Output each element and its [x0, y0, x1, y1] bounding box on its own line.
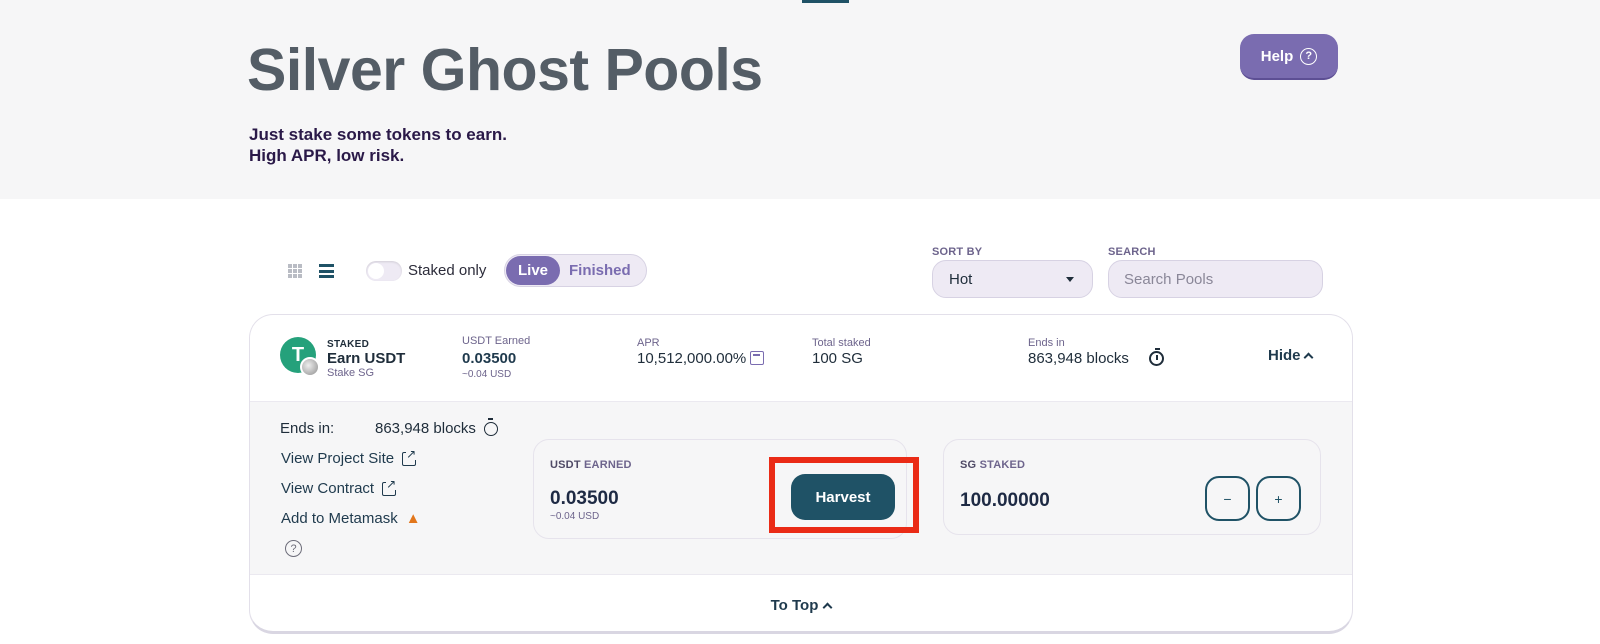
help-button-label: Help	[1260, 47, 1294, 65]
staked-box-label: SG STAKED	[960, 459, 1025, 471]
chevron-up-icon	[1303, 352, 1313, 363]
sort-by-select[interactable]: Hot	[932, 260, 1093, 298]
subtitle-line-1: Just stake some tokens to earn.	[249, 125, 507, 144]
search-input[interactable]	[1108, 260, 1323, 298]
metamask-fox-icon: ▲	[405, 510, 421, 527]
pool-card-header[interactable]: T STAKED Earn USDT Stake SG USDT Earned …	[250, 315, 1352, 401]
tab-live[interactable]: Live	[506, 256, 560, 285]
to-top-button[interactable]: To Top	[250, 575, 1352, 631]
view-project-site-link[interactable]: View Project Site	[281, 447, 417, 467]
staked-box-word: STAKED	[979, 459, 1026, 471]
timer-icon	[484, 418, 498, 436]
details-ends-value: 863,948 blocks	[375, 420, 476, 437]
pool-name: Earn USDT	[327, 350, 406, 367]
staked-only-toggle[interactable]	[366, 261, 402, 281]
stake-plus-button[interactable]: +	[1256, 476, 1301, 521]
staked-box-value: 100.00000	[960, 490, 1050, 511]
earned-box-usd: ~0.04 USD	[550, 511, 600, 522]
caret-down-icon	[1066, 277, 1074, 282]
details-ends-label: Ends in:	[280, 420, 335, 437]
staked-box-token: SG	[960, 459, 977, 471]
nav-active-indicator	[802, 0, 849, 3]
help-button[interactable]: Help ?	[1240, 34, 1338, 80]
highlight-annotation	[769, 457, 919, 533]
total-staked-value: 100 SG	[812, 350, 863, 367]
view-contract-link[interactable]: View Contract	[281, 477, 397, 497]
grid-view-icon[interactable]	[288, 264, 302, 278]
external-link-icon	[402, 447, 417, 466]
add-to-metamask-link[interactable]: Add to Metamask ▲	[281, 510, 421, 527]
add-to-metamask-label: Add to Metamask	[281, 510, 398, 527]
earned-box-word: EARNED	[584, 459, 632, 471]
to-top-label: To Top	[770, 596, 819, 614]
question-circle-icon[interactable]: ?	[285, 540, 302, 557]
hide-details-button[interactable]: Hide	[1268, 347, 1313, 364]
ends-in-label: Ends in	[1028, 337, 1065, 349]
staked-box: SG STAKED 100.00000 − +	[943, 439, 1321, 535]
hide-label: Hide	[1268, 347, 1301, 364]
search-label: SEARCH	[1108, 246, 1156, 258]
pool-tag: STAKED	[327, 339, 370, 350]
earned-box-value: 0.03500	[550, 488, 619, 509]
earned-box-label: USDT EARNED	[550, 459, 632, 471]
earned-value: 0.03500	[462, 350, 517, 367]
earned-box-token: USDT	[550, 459, 581, 471]
view-contract-label: View Contract	[281, 480, 375, 497]
apr-label: APR	[637, 337, 660, 349]
earned-label: USDT Earned	[462, 335, 531, 347]
live-finished-switch: Live Finished	[504, 254, 647, 287]
apr-value: 10,512,000.00%	[637, 350, 747, 367]
tab-finished[interactable]: Finished	[569, 255, 631, 286]
earned-usd: ~0.04 USD	[462, 369, 512, 380]
sg-token-icon	[300, 357, 320, 377]
ends-in-value: 863,948 blocks	[1028, 350, 1129, 367]
timer-icon	[1149, 348, 1164, 366]
chevron-up-icon	[822, 602, 833, 612]
unstake-minus-button[interactable]: −	[1205, 476, 1250, 521]
question-circle-icon: ?	[1300, 47, 1318, 65]
pool-stake-token: Stake SG	[327, 367, 375, 379]
sort-by-value: Hot	[949, 270, 973, 288]
page-title: Silver Ghost Pools	[247, 37, 763, 103]
sort-by-label: SORT BY	[932, 246, 983, 258]
staked-only-label: Staked only	[408, 262, 487, 279]
subtitle-line-2: High APR, low risk.	[249, 146, 405, 165]
pools-page: Silver Ghost Pools Just stake some token…	[0, 0, 1600, 644]
calculator-icon[interactable]	[750, 351, 764, 365]
view-project-site-label: View Project Site	[281, 450, 395, 467]
list-view-icon[interactable]	[319, 264, 334, 278]
page-header: Silver Ghost Pools Just stake some token…	[0, 0, 1600, 199]
total-staked-label: Total staked	[812, 337, 871, 349]
page-subtitle: Just stake some tokens to earn. High APR…	[249, 124, 507, 166]
toggle-knob	[368, 263, 384, 279]
external-link-icon	[382, 477, 397, 496]
